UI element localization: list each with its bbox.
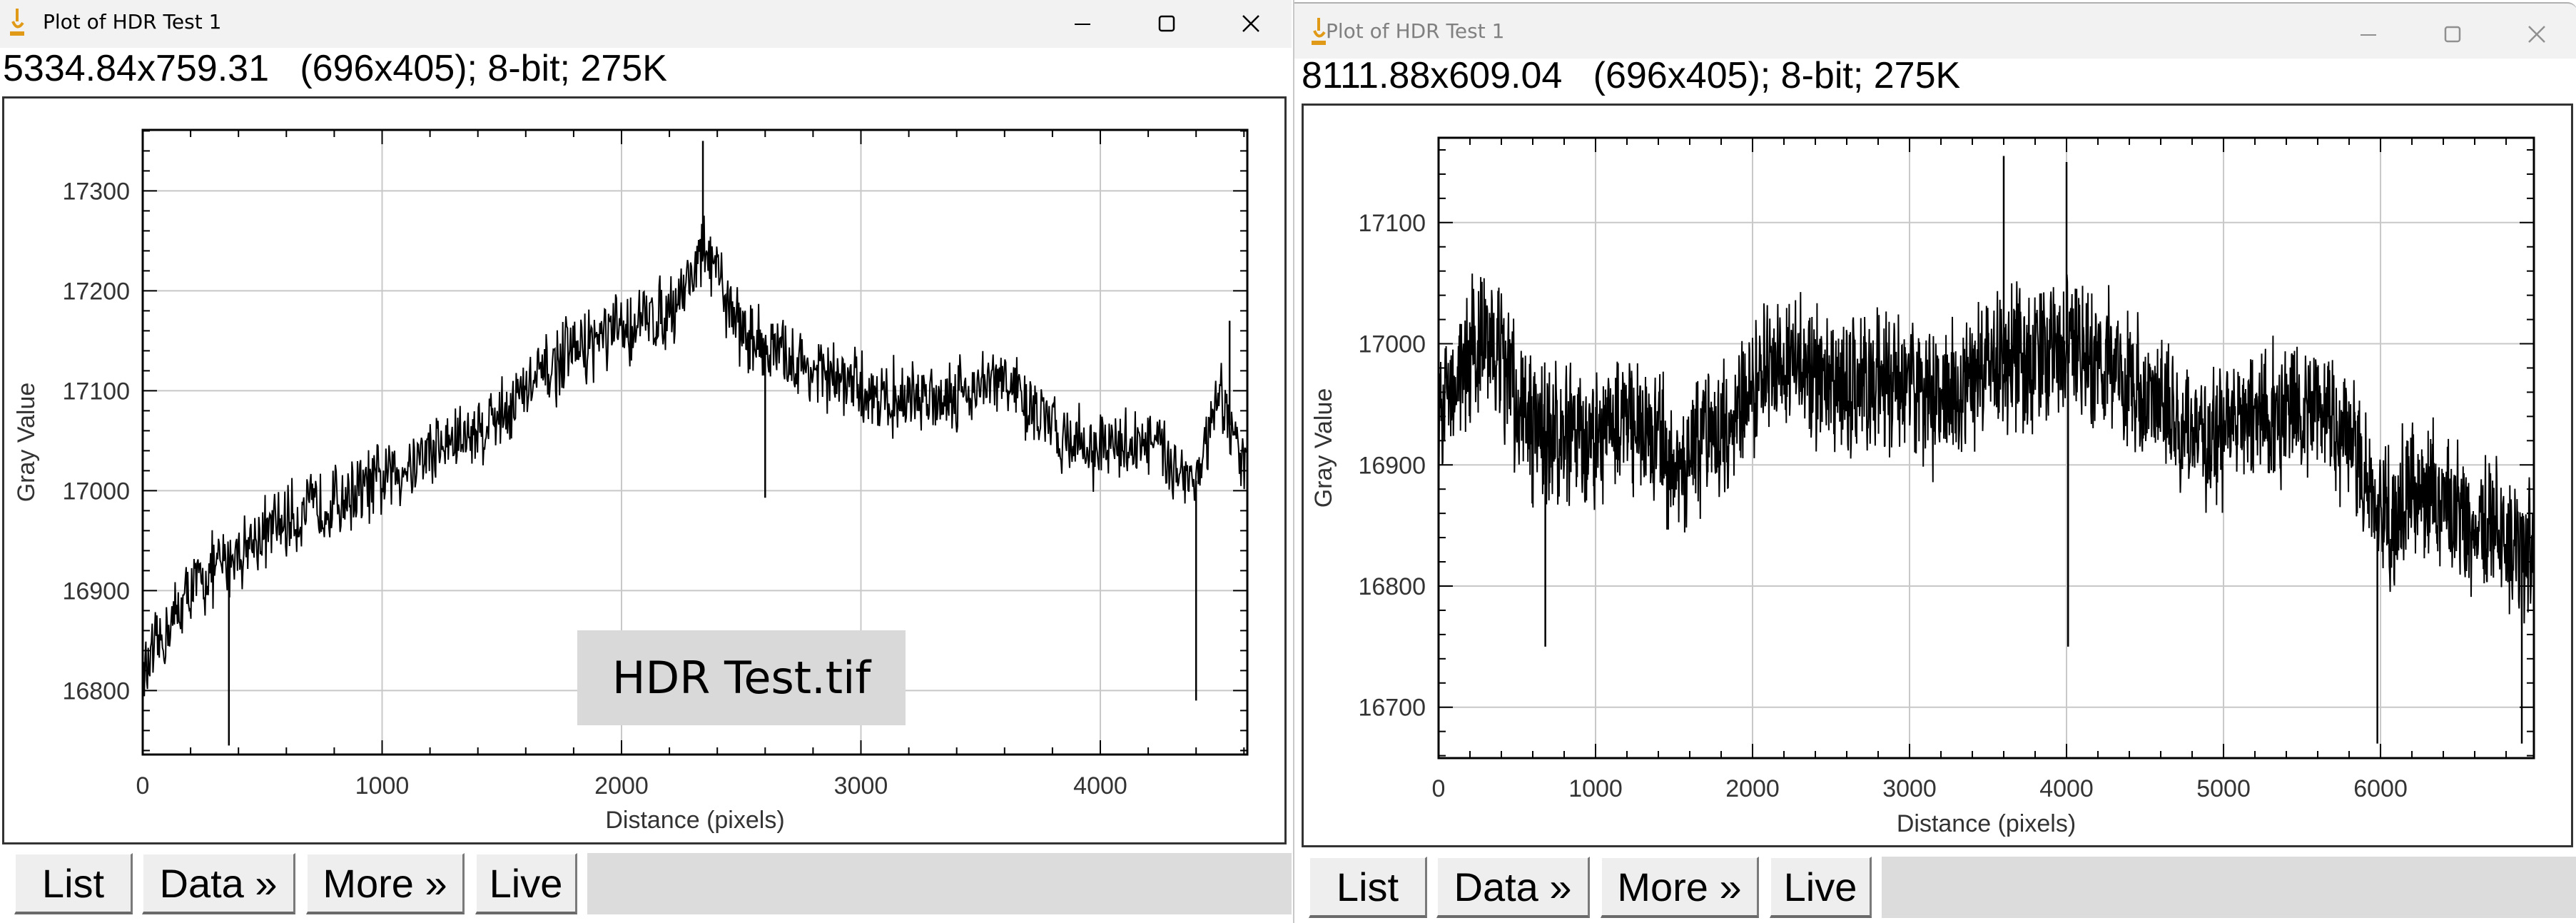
profile-plot[interactable]: 0 1000 2000 3000 4000 5000 6000 16700 16800 16900… (1294, 0, 2576, 923)
more-button[interactable]: More » (306, 853, 465, 914)
x-tick-label: 5000 (2196, 775, 2251, 802)
list-button[interactable]: List (1309, 857, 1427, 918)
status-area (1882, 857, 2576, 918)
x-tick-label: 3000 (1882, 775, 1937, 802)
status-area (587, 853, 1292, 914)
y-tick-label: 16900 (62, 577, 130, 605)
y-axis-label: Gray Value (1310, 388, 1337, 508)
plot-window-right: Plot of HDR Test 1 8111.88x609.04 (696x4… (1293, 0, 2576, 923)
x-tick-label: 4000 (1073, 772, 1127, 800)
x-tick-label: 2000 (1725, 775, 1780, 802)
plot-window-left: Plot of HDR Test 1 5334.84x759.31 (696x4… (0, 0, 1292, 923)
data-button[interactable]: Data » (1436, 857, 1590, 918)
profile-plot[interactable]: 0 1000 2000 3000 4000 16800 16900 17000 17100 172… (0, 0, 1292, 923)
image-name-label: HDR Test.tif (577, 630, 906, 725)
x-tick-label: 2000 (594, 772, 649, 800)
y-tick-label: 17000 (1358, 331, 1426, 358)
x-tick-label: 4000 (2039, 775, 2094, 802)
button-bar: List Data » More » Live (1294, 854, 2576, 923)
x-tick-label: 6000 (2353, 775, 2408, 802)
profile-line (1438, 273, 2535, 625)
y-tick-label: 16900 (1358, 452, 1426, 479)
x-tick-label: 3000 (834, 772, 888, 800)
live-button[interactable]: Live (1770, 857, 1872, 918)
y-tick-label: 16800 (62, 677, 130, 705)
y-tick-label: 17100 (1358, 210, 1426, 237)
list-button[interactable]: List (14, 853, 133, 914)
live-button[interactable]: Live (475, 853, 577, 914)
y-tick-label: 17300 (62, 178, 130, 205)
x-axis-label: Distance (pixels) (1897, 810, 2076, 837)
y-tick-label: 17000 (62, 478, 130, 505)
y-tick-label: 17100 (62, 378, 130, 405)
x-tick-label: 0 (1432, 775, 1446, 802)
y-tick-label: 16800 (1358, 573, 1426, 600)
x-tick-label: 0 (136, 772, 150, 800)
more-button[interactable]: More » (1601, 857, 1759, 918)
x-tick-label: 1000 (355, 772, 410, 800)
x-tick-label: 1000 (1568, 775, 1623, 802)
x-axis-label: Distance (pixels) (605, 807, 784, 834)
y-axis-label: Gray Value (13, 383, 40, 503)
y-tick-label: 17200 (62, 278, 130, 305)
data-button[interactable]: Data » (142, 853, 295, 914)
button-bar: List Data » More » Live (0, 851, 1292, 919)
y-tick-label: 16700 (1358, 695, 1426, 722)
